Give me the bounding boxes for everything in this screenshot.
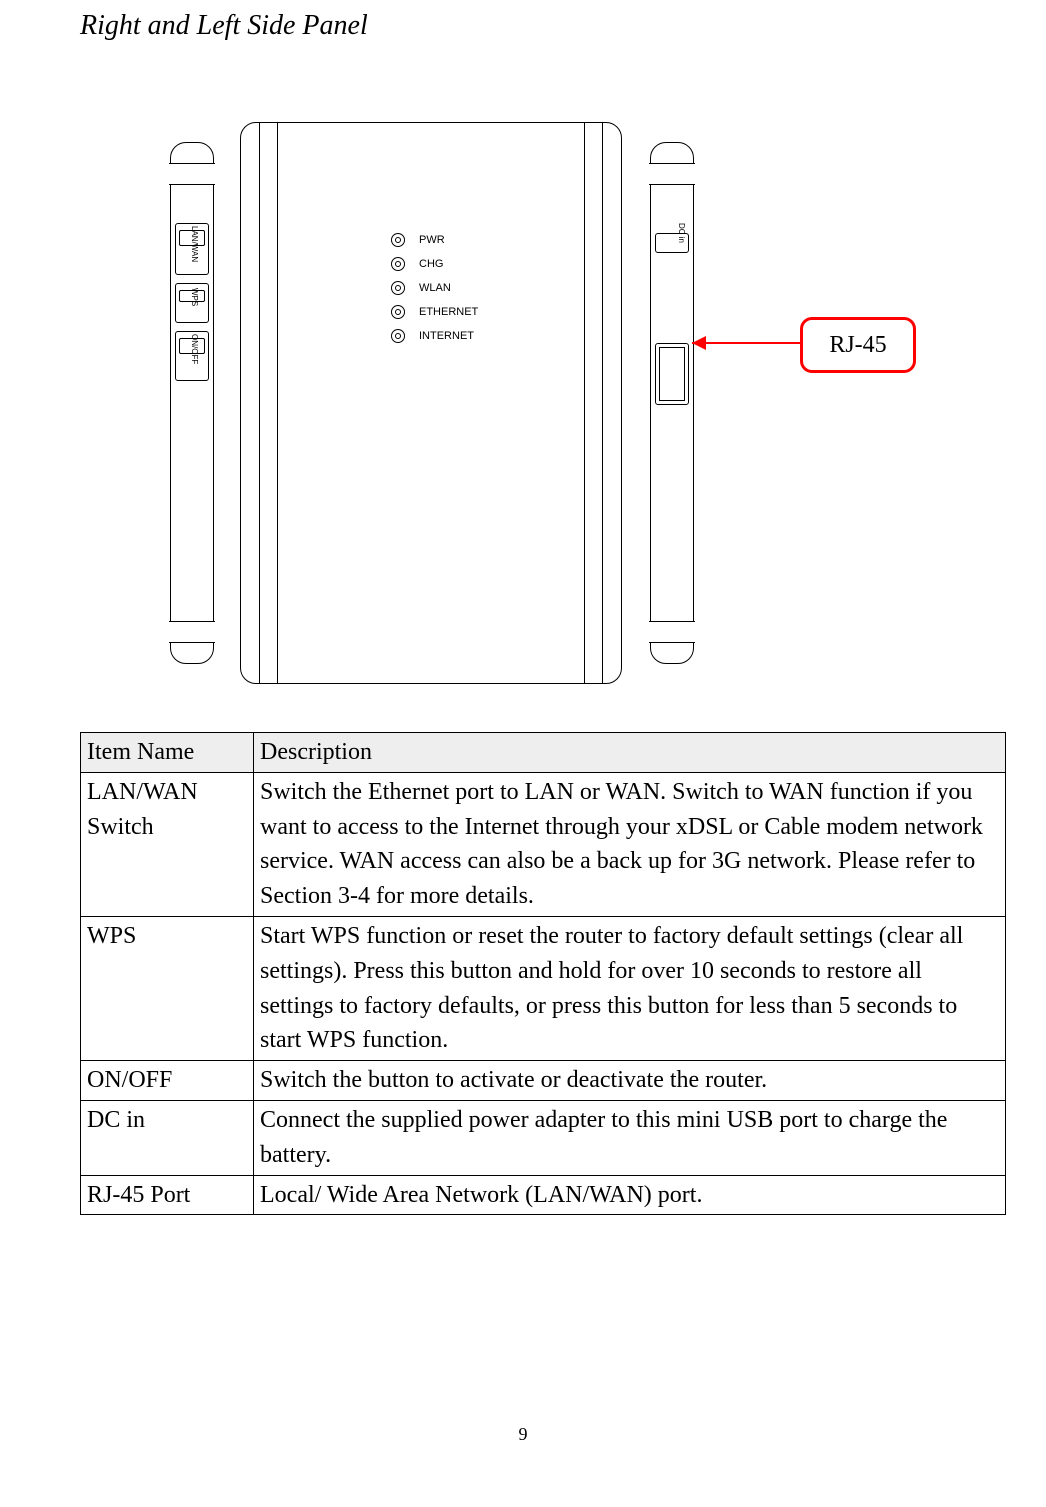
table-row: LAN/WAN Switch Switch the Ethernet port … [81,772,1006,916]
table-row: DC in Connect the supplied power adapter… [81,1100,1006,1175]
table-row: ON/OFF Switch the button to activate or … [81,1061,1006,1101]
description-cell: Switch the button to activate or deactiv… [254,1061,1006,1101]
led-ethernet: ETHERNET [391,305,478,319]
description-cell: Local/ Wide Area Network (LAN/WAN) port. [254,1175,1006,1215]
dc-in-label: DC in [677,223,686,243]
item-name-cell: RJ-45 Port [81,1175,254,1215]
description-cell: Switch the Ethernet port to LAN or WAN. … [254,772,1006,916]
led-indicator-area: PWR CHG WLAN ETHERNET INTERNET [391,233,478,353]
rj45-callout: RJ-45 [800,317,916,373]
led-pwr: PWR [391,233,478,247]
description-cell: Start WPS function or reset the router t… [254,916,1006,1060]
device-diagram: LAN/WAN WPS ON/OFF PWR CHG WLAN ETHERNET [80,102,980,702]
onoff-switch-port: ON/OFF [175,331,209,381]
item-name-cell: DC in [81,1100,254,1175]
rj45-port [655,343,689,405]
right-side-panel: DC in [650,142,694,664]
item-name-cell: LAN/WAN Switch [81,772,254,916]
front-panel: PWR CHG WLAN ETHERNET INTERNET [240,122,622,684]
lan-wan-label: LAN/WAN [190,226,199,262]
led-label: ETHERNET [419,306,478,318]
wps-button-port: WPS [175,283,209,323]
onoff-label: ON/OFF [190,334,199,364]
table-row: RJ-45 Port Local/ Wide Area Network (LAN… [81,1175,1006,1215]
left-side-panel: LAN/WAN WPS ON/OFF [170,142,214,664]
header-description: Description [254,733,1006,773]
led-chg: CHG [391,257,478,271]
led-label: PWR [419,234,445,246]
description-table: Item Name Description LAN/WAN Switch Swi… [80,732,1006,1215]
table-row: WPS Start WPS function or reset the rout… [81,916,1006,1060]
led-label: INTERNET [419,330,474,342]
led-label: CHG [419,258,443,270]
led-internet: INTERNET [391,329,478,343]
led-wlan: WLAN [391,281,478,295]
header-item-name: Item Name [81,733,254,773]
led-label: WLAN [419,282,451,294]
callout-line [692,342,800,344]
item-name-cell: ON/OFF [81,1061,254,1101]
item-name-cell: WPS [81,916,254,1060]
wps-label: WPS [190,288,199,306]
table-header-row: Item Name Description [81,733,1006,773]
page-number: 9 [519,1424,528,1445]
description-cell: Connect the supplied power adapter to th… [254,1100,1006,1175]
lan-wan-switch-port: LAN/WAN [175,223,209,275]
section-title: Right and Left Side Panel [80,10,1006,42]
